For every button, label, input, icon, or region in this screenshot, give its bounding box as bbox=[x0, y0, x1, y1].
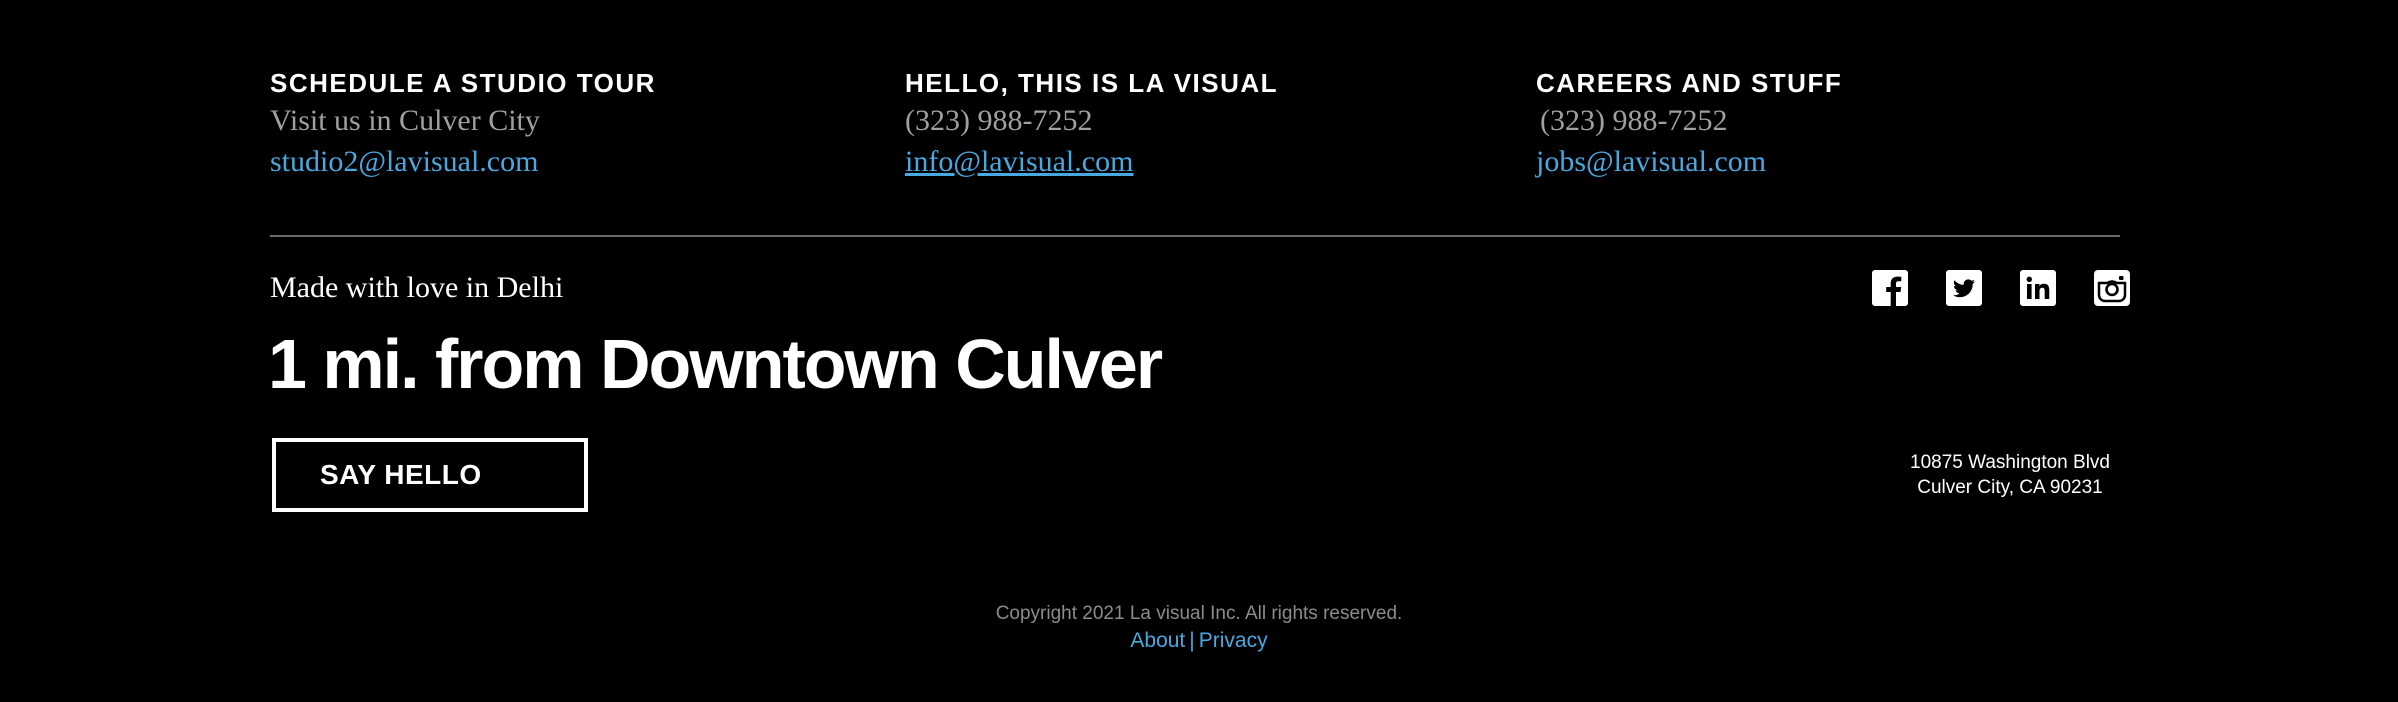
say-hello-button[interactable]: SAY HELLO bbox=[272, 438, 588, 512]
about-link[interactable]: About bbox=[1130, 629, 1185, 652]
column-heading: CAREERS AND STUFF bbox=[1536, 68, 1843, 98]
legal-links: About | Privacy bbox=[0, 628, 2398, 654]
privacy-link[interactable]: Privacy bbox=[1199, 629, 1268, 652]
location-headline: 1 mi. from Downtown Culver bbox=[268, 325, 1163, 403]
info-email-link[interactable]: info@lavisual.com bbox=[905, 142, 1133, 182]
studio-email-link[interactable]: studio2@lavisual.com bbox=[270, 142, 538, 182]
jobs-email-link[interactable]: jobs@lavisual.com bbox=[1536, 142, 1766, 182]
footer-divider bbox=[270, 235, 2120, 237]
footer-column-studio-tour: SCHEDULE A STUDIO TOUR Visit us in Culve… bbox=[270, 66, 656, 182]
tagline: Made with love in Delhi bbox=[270, 271, 564, 304]
copyright-text: Copyright 2021 La visual Inc. All rights… bbox=[995, 603, 1403, 624]
address-line-street: 10875 Washington Blvd bbox=[1910, 452, 2110, 473]
column-heading: HELLO, THIS IS LA VISUAL bbox=[905, 68, 1279, 98]
visit-text: Visit us in Culver City bbox=[270, 104, 540, 137]
footer-column-careers: CAREERS AND STUFF (323) 988-7252 jobs@la… bbox=[1536, 66, 1842, 182]
facebook-icon[interactable] bbox=[1872, 270, 1908, 306]
social-links bbox=[1872, 270, 2130, 306]
instagram-icon[interactable] bbox=[2094, 270, 2130, 306]
column-heading: SCHEDULE A STUDIO TOUR bbox=[270, 68, 656, 98]
footer-column-contact: HELLO, THIS IS LA VISUAL (323) 988-7252 … bbox=[905, 66, 1278, 182]
studio-address: 10875 Washington Blvd Culver City, CA 90… bbox=[1870, 450, 2150, 500]
phone-link[interactable]: (323) 988-7252 bbox=[1536, 100, 1842, 142]
legal-separator: | bbox=[1189, 629, 1195, 652]
twitter-icon[interactable] bbox=[1946, 270, 1982, 306]
linkedin-icon[interactable] bbox=[2020, 270, 2056, 306]
address-line-city: Culver City, CA 90231 bbox=[1917, 477, 2103, 498]
phone-link[interactable]: (323) 988-7252 bbox=[905, 100, 1278, 142]
